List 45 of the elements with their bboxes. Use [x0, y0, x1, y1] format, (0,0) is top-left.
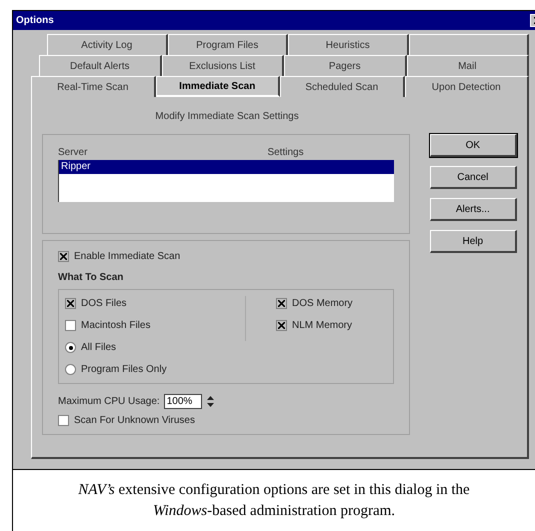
- option-label: Scan For Unknown Viruses: [74, 414, 195, 428]
- window-title: Options: [16, 14, 54, 28]
- checkbox[interactable]: [276, 320, 287, 331]
- list-row[interactable]: Ripper: [59, 160, 394, 174]
- option-label: All Files: [81, 341, 116, 355]
- cross-icon: [67, 300, 74, 307]
- tab[interactable]: Program Files: [168, 34, 288, 55]
- checkbox[interactable]: [58, 415, 69, 426]
- column-header: Settings: [267, 146, 304, 160]
- section-heading: Modify Immediate Scan Settings: [154, 110, 300, 124]
- option-label: DOS Memory: [292, 297, 353, 311]
- cpu-usage-field[interactable]: 100%: [164, 394, 202, 409]
- tab[interactable]: Immediate Scan: [156, 76, 280, 97]
- cross-icon: [278, 300, 285, 307]
- checkbox[interactable]: [65, 298, 76, 309]
- tab[interactable]: Scheduled Scan: [280, 76, 404, 97]
- tab[interactable]: Heuristics: [288, 34, 408, 55]
- dialog-button[interactable]: OK: [430, 134, 517, 157]
- dialog-button[interactable]: Cancel: [430, 166, 517, 189]
- column-header: Server: [58, 146, 88, 160]
- option-label: Macintosh Files: [81, 319, 150, 333]
- cross-icon: [60, 253, 67, 260]
- group-title: What To Scan: [58, 271, 124, 285]
- option-label: Program Files Only: [81, 363, 167, 377]
- tab[interactable]: Exclusions List: [162, 55, 284, 76]
- cpu-usage-label: Maximum CPU Usage:: [58, 395, 160, 409]
- dialog-button[interactable]: Help: [430, 230, 517, 253]
- option-label: DOS Files: [81, 297, 127, 311]
- tab[interactable]: Default Alerts: [39, 55, 162, 76]
- cross-icon: [278, 322, 285, 329]
- tab[interactable]: Pagers: [284, 55, 406, 76]
- checkbox[interactable]: [65, 320, 76, 331]
- checkbox[interactable]: [58, 251, 69, 262]
- dialog-button[interactable]: Alerts...: [430, 198, 517, 221]
- radio-button[interactable]: [65, 364, 76, 375]
- tab[interactable]: Upon Detection: [404, 76, 529, 97]
- tab[interactable]: Activity Log: [47, 34, 168, 55]
- radio-button[interactable]: [65, 342, 76, 353]
- tab[interactable]: Real-Time Scan: [31, 76, 156, 97]
- option-label: NLM Memory: [292, 319, 352, 333]
- checkbox[interactable]: [276, 298, 287, 309]
- option-label: Enable Immediate Scan: [74, 250, 180, 264]
- figure-caption: NAV’s extensive configuration options are set in this dialog in the Windows-based administration program.: [77, 480, 471, 520]
- tab[interactable]: Mail: [406, 55, 529, 76]
- spinner-arrows-icon[interactable]: [206, 394, 215, 409]
